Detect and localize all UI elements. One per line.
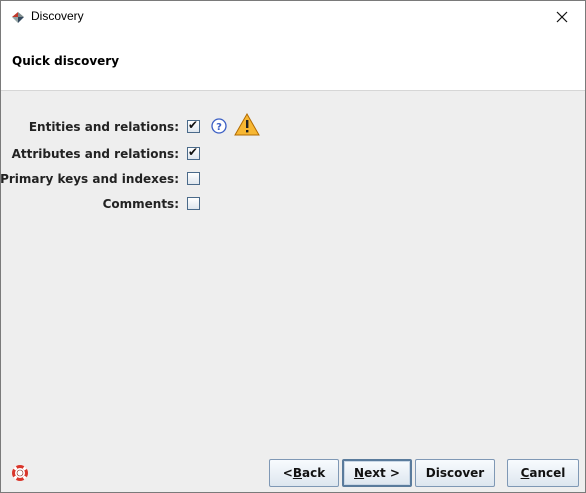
title-bar: Discovery: [1, 1, 585, 32]
help-icon[interactable]: ?: [211, 118, 227, 134]
close-button[interactable]: [539, 1, 585, 32]
option-row-entities: Entities and relations: ✔ ?: [1, 113, 585, 137]
option-row-primary-keys: Primary keys and indexes:: [0, 171, 585, 189]
entities-checkbox[interactable]: ✔: [187, 118, 200, 133]
close-icon: [556, 11, 568, 22]
check-mark-icon: ✔: [188, 145, 199, 159]
option-label: Attributes and relations:: [11, 147, 179, 161]
window-title: Discovery: [31, 9, 84, 23]
back-mnemonic: B: [292, 466, 302, 480]
comments-checkbox[interactable]: [187, 197, 200, 210]
back-button[interactable]: < Back: [269, 459, 339, 487]
option-label: Entities and relations:: [28, 120, 179, 134]
cancel-label-rest: ancel: [529, 466, 566, 480]
primary-keys-checkbox[interactable]: [187, 172, 200, 185]
app-logo-icon: [12, 12, 24, 23]
button-bar: < Back Next > Discover Cancel: [1, 442, 585, 492]
discover-label: Discover: [425, 466, 485, 480]
next-mnemonic: N: [354, 466, 365, 480]
option-label: Primary keys and indexes:: [0, 172, 179, 186]
attributes-checkbox[interactable]: ✔: [187, 145, 200, 160]
cancel-mnemonic: C: [520, 466, 530, 480]
warning-icon: [234, 113, 260, 136]
discover-button[interactable]: Discover: [415, 459, 495, 487]
back-label-rest: ack: [302, 466, 326, 480]
wizard-header: Quick discovery: [1, 32, 585, 91]
options-panel: Entities and relations: ✔ ? Attributes a…: [0, 92, 585, 442]
check-mark-icon: ✔: [188, 118, 199, 132]
page-title: Quick discovery: [12, 54, 120, 68]
option-row-comments: Comments:: [1, 196, 585, 214]
lifebuoy-icon[interactable]: [12, 465, 28, 481]
option-row-attributes: Attributes and relations: ✔: [1, 145, 585, 164]
back-label-prefix: <: [282, 466, 293, 480]
next-label-rest: ext >: [364, 466, 400, 480]
next-button[interactable]: Next >: [342, 459, 412, 487]
cancel-button[interactable]: Cancel: [507, 459, 579, 487]
svg-text:?: ?: [216, 122, 222, 133]
discovery-dialog: Discovery Quick discovery Entities and r…: [0, 0, 586, 493]
option-label: Comments:: [102, 197, 179, 211]
